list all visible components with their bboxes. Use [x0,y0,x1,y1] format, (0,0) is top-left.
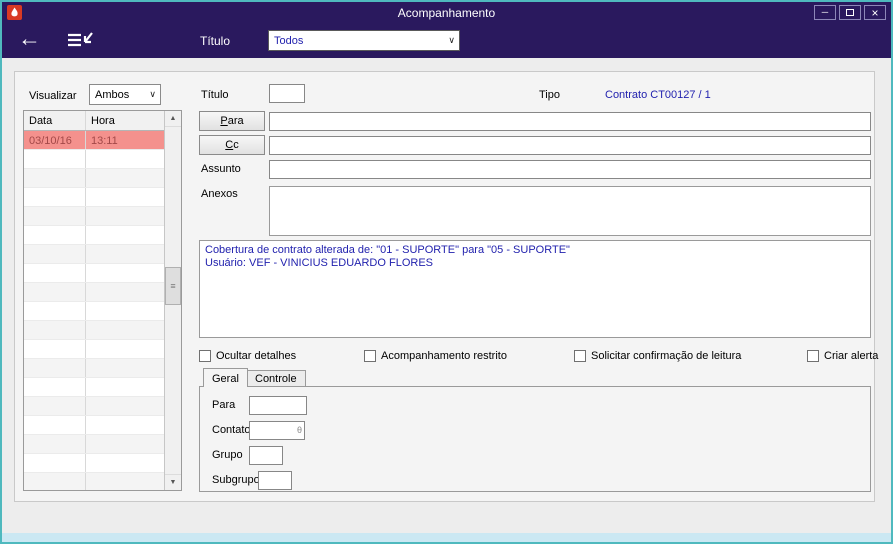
maximize-button[interactable] [839,5,861,20]
detail-grupo-input[interactable] [249,446,283,465]
tipo-value: Contrato CT00127 / 1 [605,89,711,101]
table-scrollbar[interactable]: ▲ ≡ ▼ [164,111,181,490]
minimize-icon: ─ [821,7,829,17]
app-window: Acompanhamento ─ × ← Título Todos ∨ Visu… [0,0,893,544]
table-row-empty[interactable] [24,264,181,283]
checkbox-ocultar-detalhes[interactable]: Ocultar detalhes [199,349,296,363]
checkbox-icon [807,350,819,362]
table-row-selected[interactable]: 03/10/16 13:11 [24,131,181,150]
date-table-header: Data Hora [24,111,181,131]
date-table: Data Hora 03/10/16 13:11 ▲ ≡ ▼ [23,110,182,491]
toolbar-titulo-label: Título [200,34,231,48]
tab-controle[interactable]: Controle [246,370,306,386]
table-row-empty[interactable] [24,169,181,188]
table-row-empty[interactable] [24,188,181,207]
followup-list-icon[interactable] [66,31,94,55]
toolbar: ← Título Todos ∨ [2,24,891,58]
table-row-empty[interactable] [24,473,181,490]
titulo-input[interactable] [269,84,305,103]
table-row-empty[interactable] [24,454,181,473]
checkbox-acompanhamento-restrito[interactable]: Acompanhamento restrito [364,349,507,363]
scrollbar-thumb[interactable]: ≡ [165,267,181,305]
tipo-label: Tipo [539,89,560,101]
tab-panel-geral: Para Contato θ Grupo Subgrupo [199,386,871,492]
anexos-label: Anexos [201,188,238,200]
cc-input[interactable] [269,136,871,155]
grip-icon: ≡ [170,281,176,291]
detail-para-input[interactable] [249,396,307,415]
main-panel: Visualizar Ambos ∨ Data Hora 03/10/16 13… [14,71,878,502]
checkbox-solicitar-confirmacao[interactable]: Solicitar confirmação de leitura [574,349,741,363]
checkbox-icon [364,350,376,362]
titulo-filter-dropdown[interactable]: Todos ∨ [268,30,460,51]
close-button[interactable]: × [864,5,886,20]
window-bottom-frame [2,533,891,542]
minimize-button[interactable]: ─ [814,5,836,20]
assunto-label: Assunto [201,163,241,175]
back-arrow-icon: ← [18,25,41,51]
back-button[interactable]: ← [18,25,41,52]
visualizar-label: Visualizar [29,90,77,102]
table-row-empty[interactable] [24,397,181,416]
table-row-empty[interactable] [24,245,181,264]
titulo-label: Título [201,89,229,101]
tab-geral[interactable]: Geral [203,368,248,387]
table-row-empty[interactable] [24,283,181,302]
table-row-empty[interactable] [24,416,181,435]
message-line-1: Cobertura de contrato alterada de: "01 -… [205,244,570,256]
detail-para-label: Para [212,399,236,411]
cell-hora: 13:11 [91,135,118,147]
chevron-down-icon: ∨ [149,89,156,99]
scroll-up-icon[interactable]: ▲ [165,111,181,127]
table-row-empty[interactable] [24,150,181,169]
content-area: Visualizar Ambos ∨ Data Hora 03/10/16 13… [2,58,891,542]
column-header-hora[interactable]: Hora [86,111,164,130]
cc-button[interactable]: Cc [199,135,265,155]
scroll-down-icon[interactable]: ▼ [165,474,181,490]
detail-subgrupo-label: Subgrupo [212,474,260,486]
table-row-empty[interactable] [24,435,181,454]
detail-contato-field[interactable]: θ [249,421,305,440]
visualizar-dropdown[interactable]: Ambos ∨ [89,84,161,105]
checkbox-criar-alerta[interactable]: Criar alerta [807,349,878,363]
para-input[interactable] [269,112,871,131]
checkbox-icon [199,350,211,362]
contato-lookup-icon: θ [296,425,302,435]
cell-data: 03/10/16 [24,131,86,149]
detail-grupo-label: Grupo [212,449,243,461]
table-row-empty[interactable] [24,340,181,359]
chevron-down-icon: ∨ [448,35,455,45]
titlebar: Acompanhamento ─ × [2,2,891,24]
message-line-2: Usuário: VEF - VINICIUS EDUARDO FLORES [205,257,433,269]
window-title: Acompanhamento [397,6,496,20]
table-row-empty[interactable] [24,226,181,245]
table-row-empty[interactable] [24,378,181,397]
detail-contato-label: Contato [212,424,251,436]
titulo-filter-value: Todos [274,35,304,47]
anexos-box[interactable] [269,186,871,236]
table-row-empty[interactable] [24,207,181,226]
assunto-input[interactable] [269,160,871,179]
visualizar-value: Ambos [95,89,130,101]
date-table-rows: 03/10/16 13:11 [24,131,181,490]
table-row-empty[interactable] [24,321,181,340]
close-icon: × [871,5,879,20]
detail-subgrupo-input[interactable] [258,471,292,490]
table-row-empty[interactable] [24,302,181,321]
message-textarea[interactable]: Cobertura de contrato alterada de: "01 -… [199,240,871,338]
maximize-icon [846,9,854,16]
detail-contato-input[interactable] [250,422,292,439]
window-controls: ─ × [814,5,886,20]
column-header-data[interactable]: Data [24,111,86,130]
para-button[interactable]: Para [199,111,265,131]
checkbox-icon [574,350,586,362]
table-row-empty[interactable] [24,359,181,378]
